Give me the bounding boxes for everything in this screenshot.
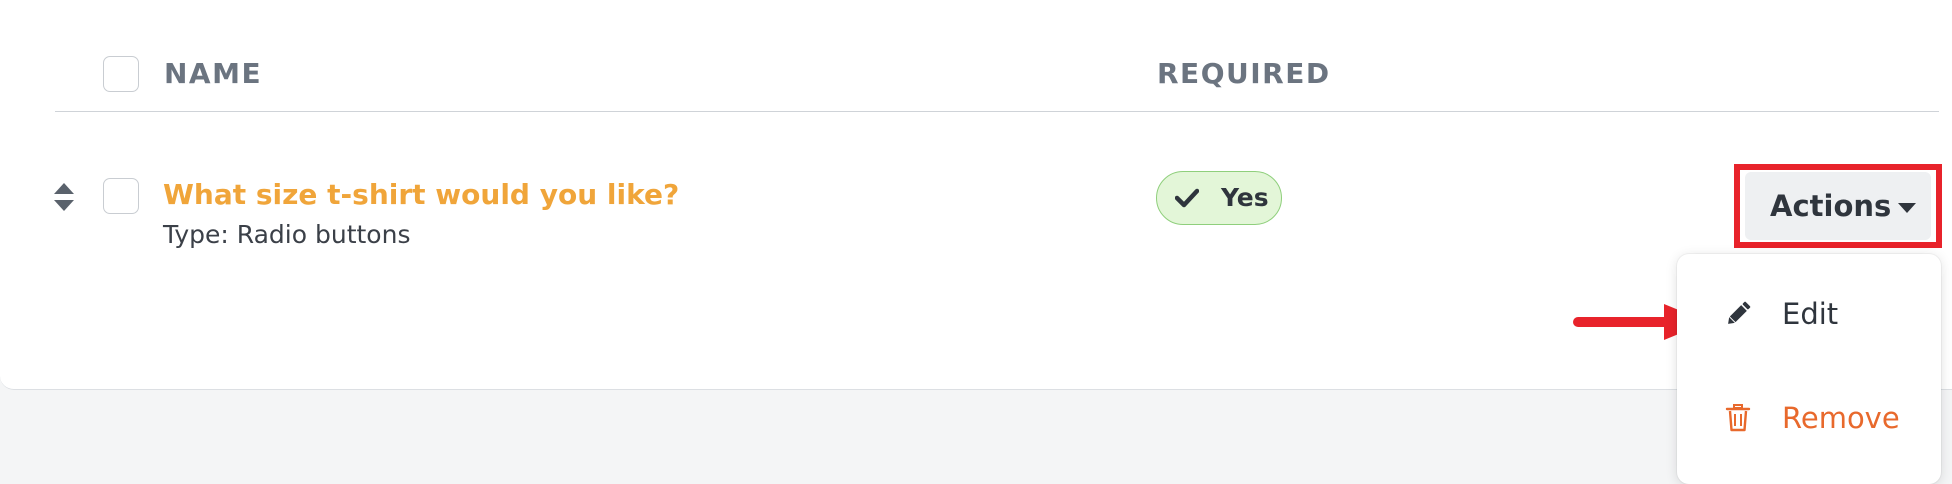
question-title-link[interactable]: What size t-shirt would you like?: [163, 176, 679, 214]
trash-icon: [1725, 404, 1751, 432]
actions-highlight-box: [1734, 164, 1942, 248]
menu-item-remove-label: Remove: [1782, 401, 1900, 435]
row-checkbox[interactable]: [103, 178, 139, 214]
question-type: Type: Radio buttons: [163, 220, 411, 249]
required-value: Yes: [1221, 183, 1269, 212]
header-divider: [55, 111, 1939, 112]
select-all-checkbox[interactable]: [103, 56, 139, 92]
menu-item-edit[interactable]: Edit: [1677, 276, 1941, 356]
sort-handle-icon[interactable]: [52, 182, 76, 212]
actions-dropdown-menu: Edit Remove: [1677, 254, 1941, 484]
menu-item-remove[interactable]: Remove: [1677, 380, 1941, 460]
required-badge: Yes: [1156, 171, 1282, 225]
column-header-required[interactable]: REQUIRED: [1157, 56, 1331, 92]
menu-item-edit-label: Edit: [1782, 297, 1839, 331]
check-icon: [1175, 188, 1199, 208]
pencil-icon: [1728, 301, 1751, 324]
column-header-name[interactable]: NAME: [164, 56, 262, 92]
